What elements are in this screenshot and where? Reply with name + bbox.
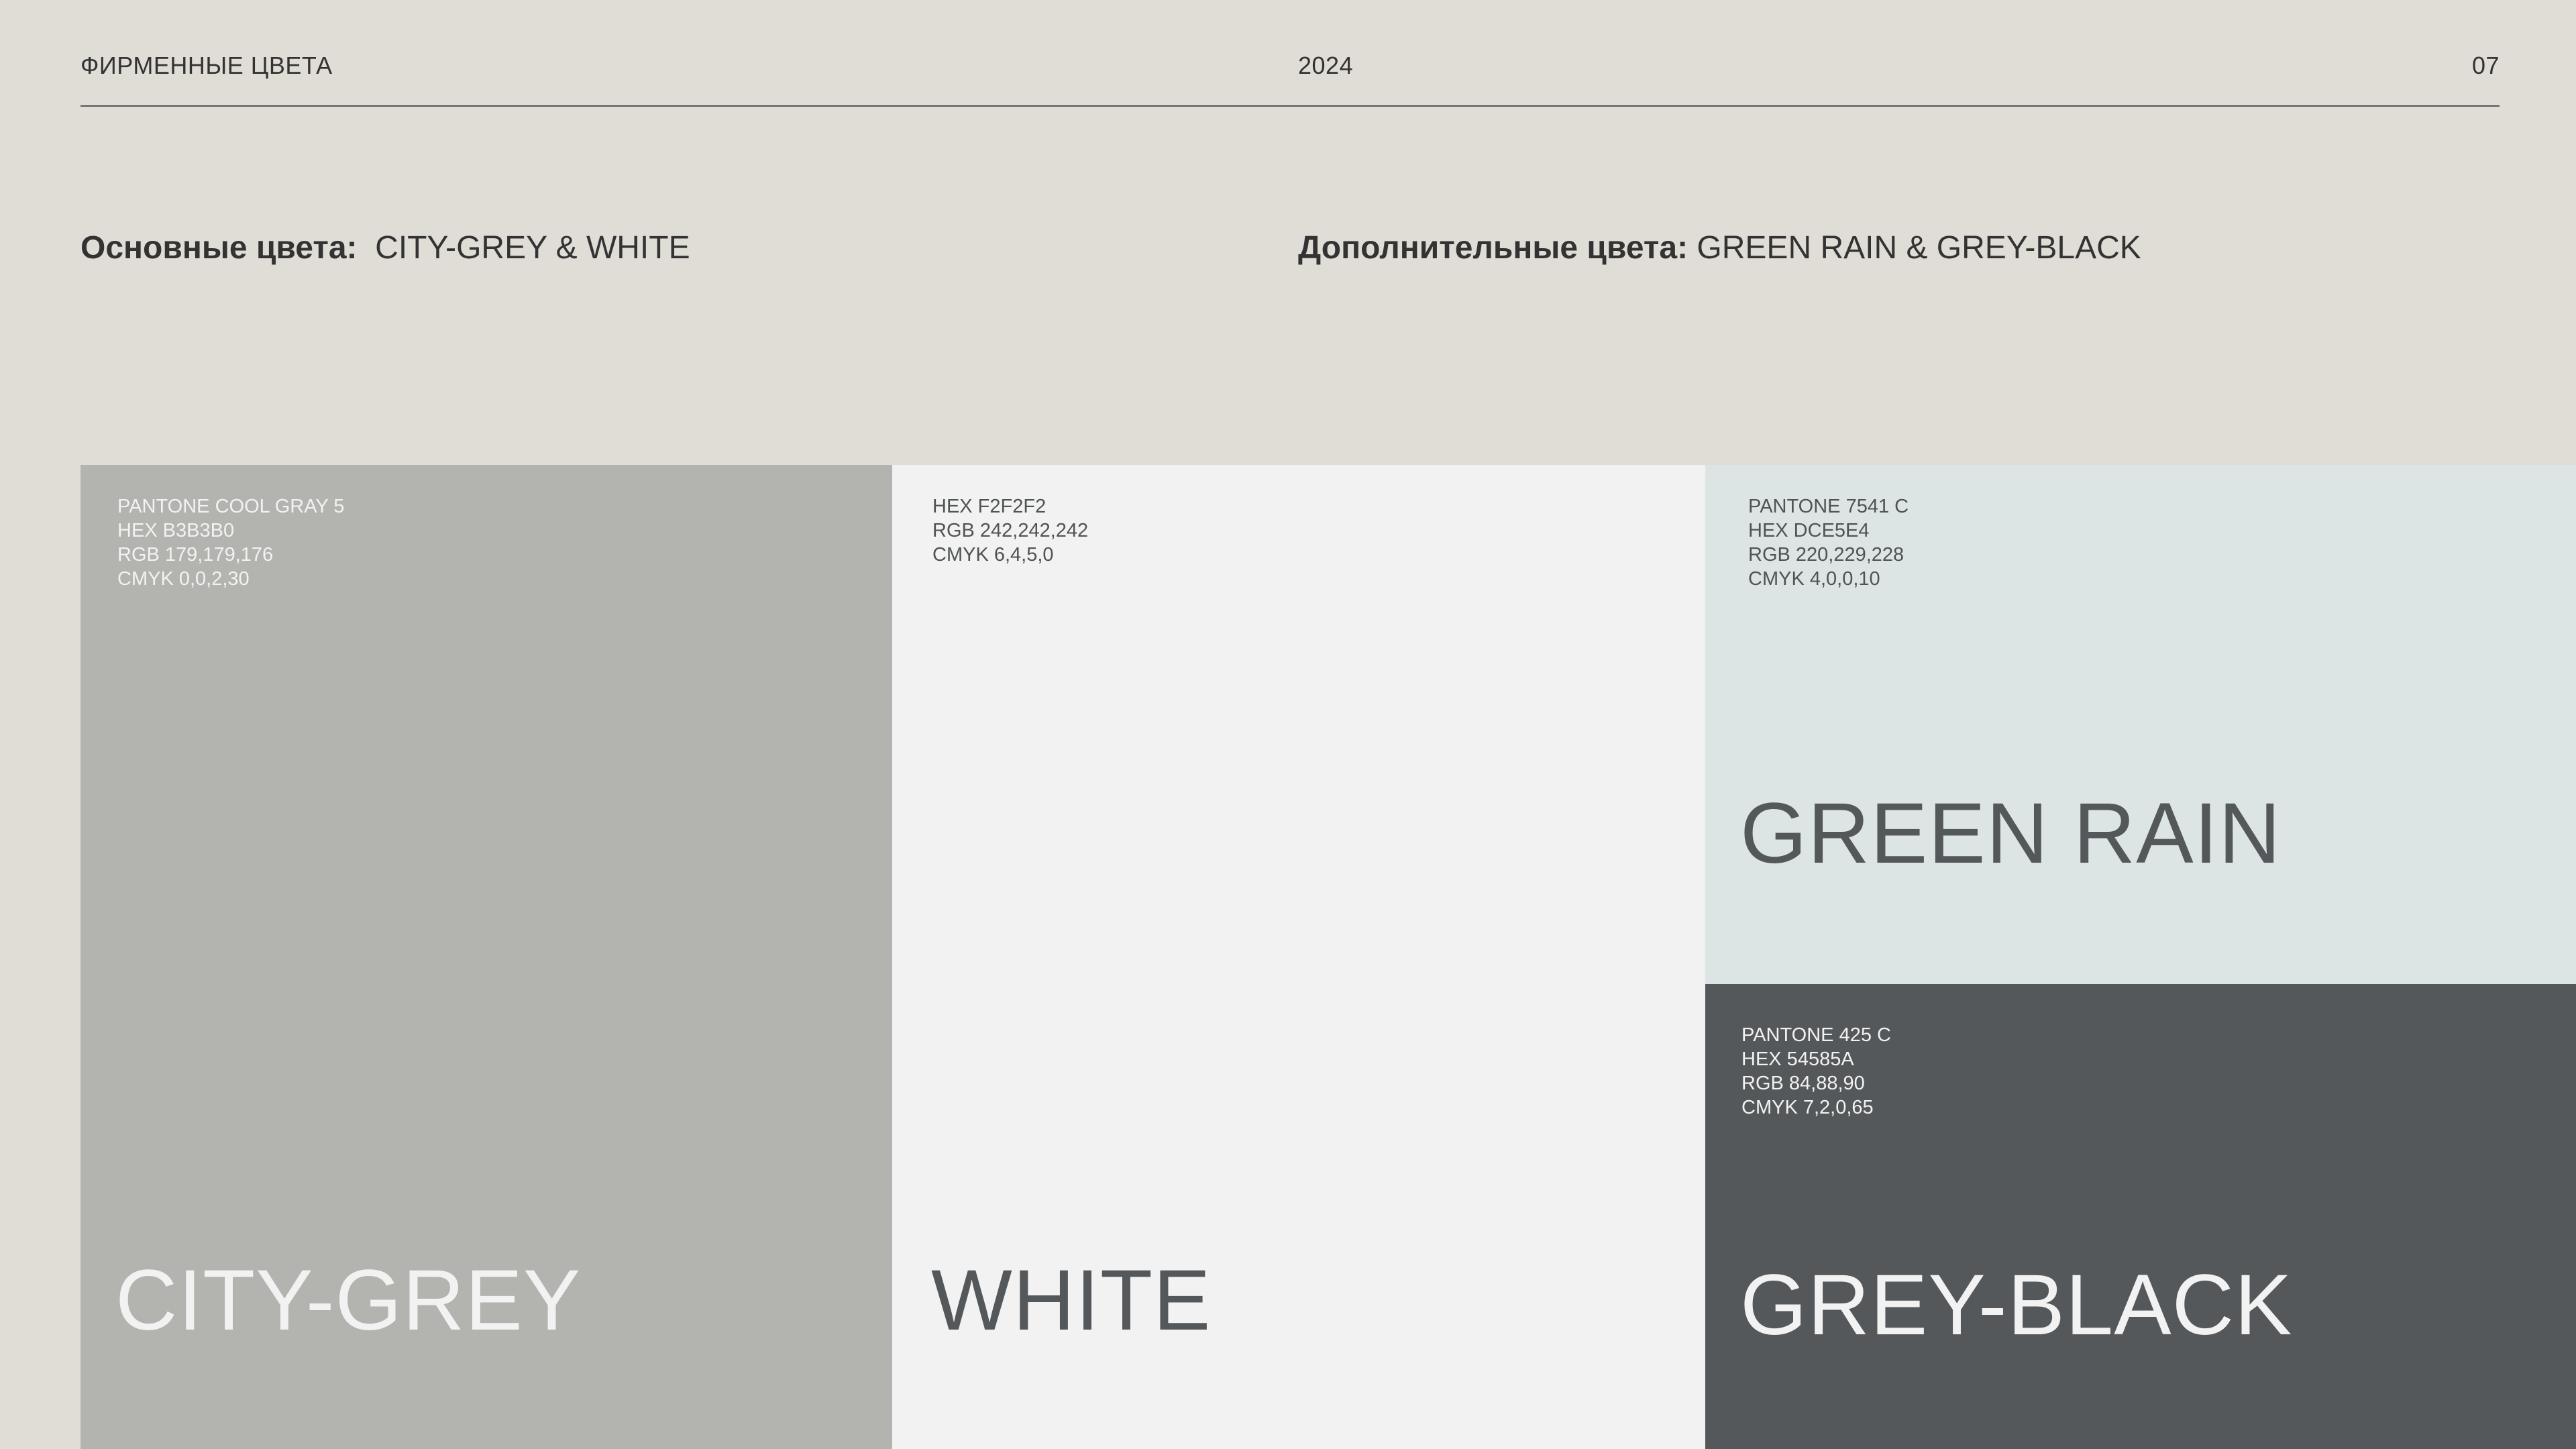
white-rgb: RGB 242,242,242 — [932, 520, 1089, 541]
header-divider — [80, 105, 2500, 107]
grey-black-pantone: PANTONE 425 C — [1741, 1024, 1891, 1046]
brand-colors-page: ФИРМЕННЫЕ ЦВЕТА 2024 07 Основные цвета: … — [0, 0, 2576, 1449]
white-name: WHITE — [931, 1252, 1212, 1348]
green-rain-specs: PANTONE 7541 C HEX DCE5E4 RGB 220,229,22… — [1748, 494, 1909, 591]
white-hex: HEX F2F2F2 — [932, 496, 1046, 517]
white-cmyk: CMYK 6,4,5,0 — [932, 544, 1054, 566]
section-title: ФИРМЕННЫЕ ЦВЕТА — [80, 52, 333, 79]
grey-black-name: GREY-BLACK — [1740, 1257, 2293, 1353]
city-grey-rgb: RGB 179,179,176 — [117, 544, 274, 566]
city-grey-cmyk: CMYK 0,0,2,30 — [117, 568, 250, 590]
grey-black-rgb: RGB 84,88,90 — [1741, 1073, 1865, 1094]
primary-colors-heading: Основные цвета: CITY-GREY & WHITE — [80, 227, 690, 270]
secondary-colors-value: GREEN RAIN & GREY-BLACK — [1697, 230, 2141, 266]
city-grey-name: CITY-GREY — [115, 1252, 582, 1348]
white-specs: HEX F2F2F2 RGB 242,242,242 CMYK 6,4,5,0 — [932, 494, 1088, 567]
grey-black-specs: PANTONE 425 C HEX 54585A RGB 84,88,90 CM… — [1741, 1023, 1891, 1120]
city-grey-specs: PANTONE COOL GRAY 5 HEX B3B3B0 RGB 179,1… — [117, 494, 344, 591]
swatch-white: HEX F2F2F2 RGB 242,242,242 CMYK 6,4,5,0 … — [892, 465, 1705, 1449]
green-rain-name: GREEN RAIN — [1740, 786, 2282, 881]
page-number: 07 — [2471, 52, 2500, 79]
green-rain-rgb: RGB 220,229,228 — [1748, 544, 1904, 566]
green-rain-hex: HEX DCE5E4 — [1748, 520, 1870, 541]
green-rain-cmyk: CMYK 4,0,0,10 — [1748, 568, 1880, 590]
swatch-grey-black: PANTONE 425 C HEX 54585A RGB 84,88,90 CM… — [1705, 984, 2576, 1449]
year-label: 2024 — [1298, 52, 1354, 79]
green-rain-pantone: PANTONE 7541 C — [1748, 496, 1909, 517]
primary-colors-value: CITY-GREY & WHITE — [375, 230, 690, 266]
city-grey-hex: HEX B3B3B0 — [117, 520, 235, 541]
swatch-city-grey: PANTONE COOL GRAY 5 HEX B3B3B0 RGB 179,1… — [80, 465, 892, 1449]
city-grey-pantone: PANTONE COOL GRAY 5 — [117, 496, 345, 517]
secondary-colors-heading: Дополнительные цвета: GREEN RAIN & GREY-… — [1298, 227, 2141, 270]
grey-black-cmyk: CMYK 7,2,0,65 — [1741, 1097, 1874, 1118]
swatch-green-rain: PANTONE 7541 C HEX DCE5E4 RGB 220,229,22… — [1705, 465, 2576, 984]
grey-black-hex: HEX 54585A — [1741, 1049, 1854, 1070]
secondary-colors-label: Дополнительные цвета: — [1298, 230, 1688, 266]
primary-colors-label: Основные цвета: — [80, 230, 358, 266]
